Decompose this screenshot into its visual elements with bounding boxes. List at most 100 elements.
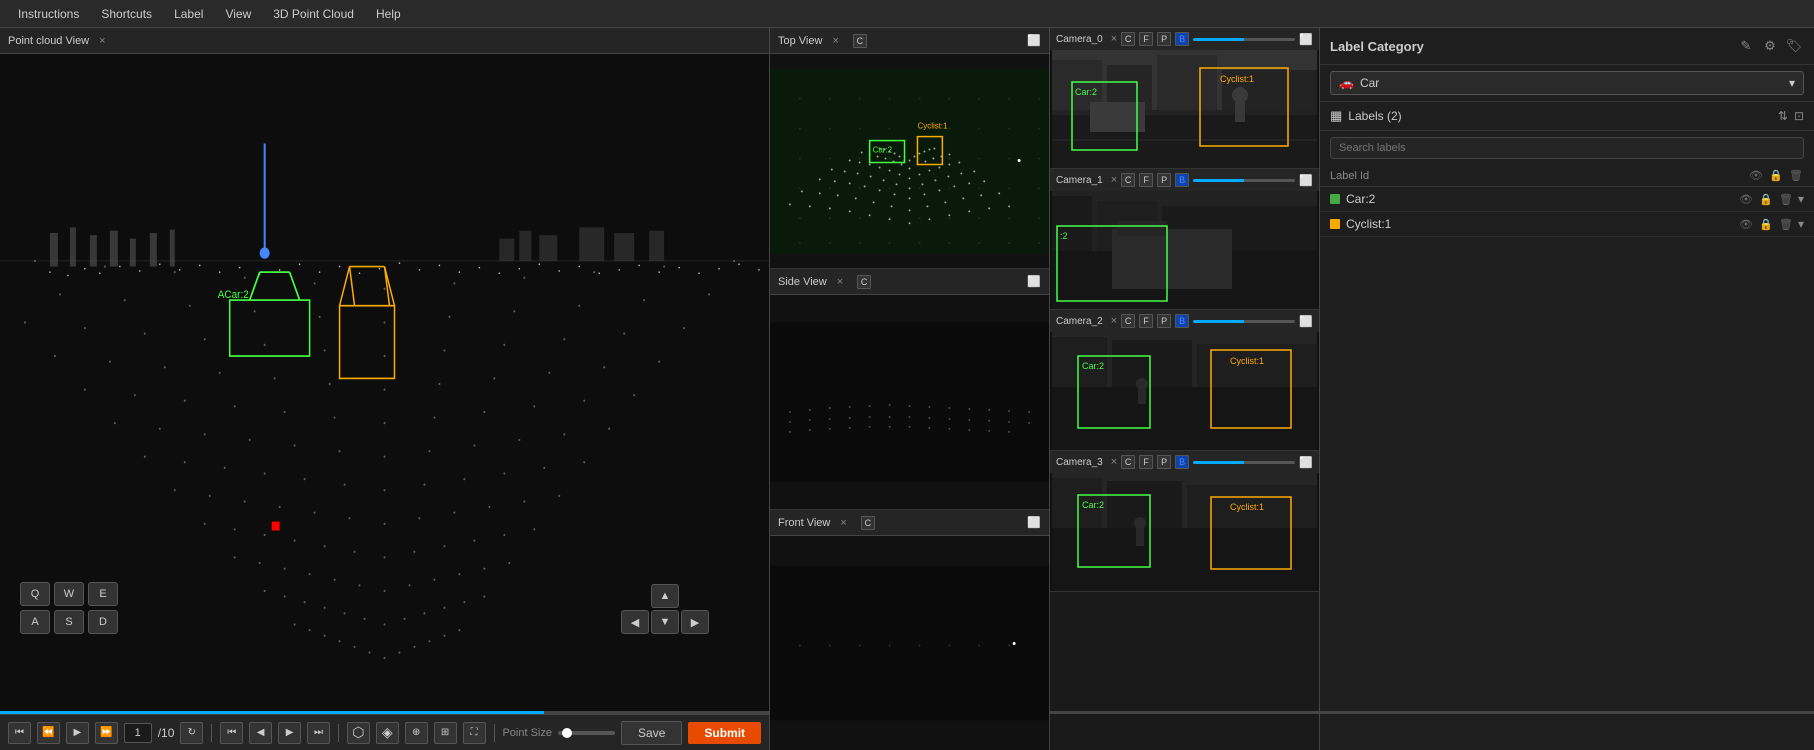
cyclist1-actions: 👁 🔒 🗑 ▾ — [1738, 217, 1804, 231]
camera-0-slider[interactable] — [1193, 38, 1295, 41]
label-panel-settings-icon[interactable]: ⚙ — [1760, 36, 1780, 56]
camera-1-maximize[interactable]: ⬜ — [1299, 174, 1313, 187]
car2-visibility[interactable]: 👁 — [1738, 193, 1754, 206]
play-btn[interactable]: ▶ — [66, 722, 89, 744]
step-back-btn[interactable]: ◀ — [249, 722, 272, 744]
key-q[interactable]: Q — [20, 582, 50, 606]
menu-view[interactable]: View — [215, 3, 261, 25]
point-size-slider[interactable] — [558, 731, 615, 735]
arrow-up[interactable]: ▲ — [651, 584, 679, 608]
menu-shortcuts[interactable]: Shortcuts — [91, 3, 162, 25]
menu-3d-point-cloud[interactable]: 3D Point Cloud — [263, 3, 364, 25]
next-btn[interactable]: ⏩ — [95, 722, 118, 744]
camera-1-f[interactable]: F — [1139, 173, 1153, 187]
camera-3-image[interactable]: Car:2 Cyclist:1 — [1050, 473, 1319, 591]
camera-2-slider[interactable] — [1193, 320, 1295, 323]
camera-2-maximize[interactable]: ⬜ — [1299, 315, 1313, 328]
side-view-close[interactable]: × — [837, 276, 843, 288]
camera-3-b[interactable]: B — [1175, 455, 1189, 469]
point-size-thumb[interactable] — [562, 728, 572, 738]
search-labels-input[interactable] — [1330, 137, 1804, 159]
fullscreen-btn[interactable]: ⛶ — [463, 722, 486, 744]
side-view-c-btn[interactable]: C — [857, 275, 871, 289]
camera-3-c[interactable]: C — [1121, 455, 1135, 469]
menu-help[interactable]: Help — [366, 3, 411, 25]
navigation-keys: Q W E A S D — [20, 582, 118, 634]
side-view-content[interactable] — [770, 295, 1049, 509]
camera-0-image[interactable]: Car:2 Cyclist:1 — [1050, 50, 1319, 168]
point-cloud-close[interactable]: × — [99, 35, 105, 47]
side-view-maximize[interactable]: ⬜ — [1027, 275, 1041, 288]
filter-icon[interactable]: ⊡ — [1794, 109, 1804, 123]
prev-frame-btn[interactable]: ⏮ — [220, 722, 243, 744]
camera-3-p[interactable]: P — [1157, 455, 1171, 469]
camera-3-slider[interactable] — [1193, 461, 1295, 464]
sort-icon[interactable]: ⇅ — [1778, 109, 1788, 123]
front-view-c-btn[interactable]: C — [861, 516, 875, 530]
camera-2-c[interactable]: C — [1121, 314, 1135, 328]
camera-0-maximize[interactable]: ⬜ — [1299, 33, 1313, 46]
key-s[interactable]: S — [54, 610, 84, 634]
cyclist1-chevron[interactable]: ▾ — [1798, 217, 1804, 231]
top-view-close[interactable]: × — [832, 35, 838, 47]
car2-delete[interactable]: 🗑 — [1778, 193, 1794, 206]
arrow-left[interactable]: ◀ — [621, 610, 649, 634]
label-panel-edit-icon[interactable]: ✎ — [1736, 36, 1756, 56]
camera-2-image[interactable]: Car:2 Cyclist:1 — [1050, 332, 1319, 450]
camera-1-close[interactable]: × — [1111, 174, 1117, 186]
top-view-cell: Top View × C ⬜ — [770, 28, 1049, 269]
front-view-maximize[interactable]: ⬜ — [1027, 516, 1041, 529]
arrow-right[interactable]: ▶ — [681, 610, 709, 634]
cube-icon-btn[interactable]: ⬡ — [347, 722, 370, 744]
refresh-btn[interactable]: ↻ — [180, 722, 203, 744]
menu-label[interactable]: Label — [164, 3, 213, 25]
crosshair-btn[interactable]: ⊕ — [405, 722, 428, 744]
camera-2-p[interactable]: P — [1157, 314, 1171, 328]
front-view-content[interactable] — [770, 536, 1049, 750]
top-view-c-btn[interactable]: C — [853, 34, 867, 48]
camera-0-b[interactable]: B — [1175, 32, 1189, 46]
skip-first-btn[interactable]: ⏮ — [8, 722, 31, 744]
camera-0-p[interactable]: P — [1157, 32, 1171, 46]
point-cloud-viewport[interactable]: ACar:2 — [0, 54, 769, 714]
transform-btn[interactable]: ⊞ — [434, 722, 457, 744]
camera-1-slider[interactable] — [1193, 179, 1295, 182]
key-a[interactable]: A — [20, 610, 50, 634]
save-button[interactable]: Save — [621, 721, 682, 745]
submit-button[interactable]: Submit — [688, 722, 761, 744]
frame-input[interactable] — [124, 723, 152, 743]
fwd-btn[interactable]: ⏭ — [307, 722, 330, 744]
arrow-down[interactable]: ▼ — [651, 610, 679, 634]
menu-instructions[interactable]: Instructions — [8, 3, 89, 25]
car2-chevron[interactable]: ▾ — [1798, 192, 1804, 206]
cyclist1-visibility[interactable]: 👁 — [1738, 218, 1754, 231]
camera-1-b[interactable]: B — [1175, 173, 1189, 187]
top-view-content[interactable]: Car:2 Cyclist:1 — [770, 54, 1049, 268]
key-e[interactable]: E — [88, 582, 118, 606]
camera-0-f[interactable]: F — [1139, 32, 1153, 46]
key-d[interactable]: D — [88, 610, 118, 634]
step-fwd-btn[interactable]: ▶ — [278, 722, 301, 744]
box-icon-btn[interactable]: ◈ — [376, 722, 399, 744]
car2-lock[interactable]: 🔒 — [1758, 193, 1774, 206]
camera-3-maximize[interactable]: ⬜ — [1299, 456, 1313, 469]
camera-1-c[interactable]: C — [1121, 173, 1135, 187]
camera-3-close[interactable]: × — [1111, 456, 1117, 468]
category-select[interactable]: 🚗 Car ▾ — [1330, 71, 1804, 95]
camera-1-image[interactable]: :2 — [1050, 191, 1319, 309]
cyclist1-delete[interactable]: 🗑 — [1778, 218, 1794, 231]
camera-0-c[interactable]: C — [1121, 32, 1135, 46]
camera-2-b[interactable]: B — [1175, 314, 1189, 328]
key-w[interactable]: W — [54, 582, 84, 606]
sep3 — [494, 724, 495, 742]
top-view-maximize[interactable]: ⬜ — [1027, 34, 1041, 47]
camera-3-f[interactable]: F — [1139, 455, 1153, 469]
camera-0-close[interactable]: × — [1111, 33, 1117, 45]
prev-btn[interactable]: ⏪ — [37, 722, 60, 744]
camera-1-p[interactable]: P — [1157, 173, 1171, 187]
cyclist1-lock[interactable]: 🔒 — [1758, 218, 1774, 231]
camera-2-f[interactable]: F — [1139, 314, 1153, 328]
camera-2-close[interactable]: × — [1111, 315, 1117, 327]
front-view-close[interactable]: × — [840, 517, 846, 529]
label-panel-tag-icon[interactable]: 🏷 — [1784, 36, 1804, 56]
